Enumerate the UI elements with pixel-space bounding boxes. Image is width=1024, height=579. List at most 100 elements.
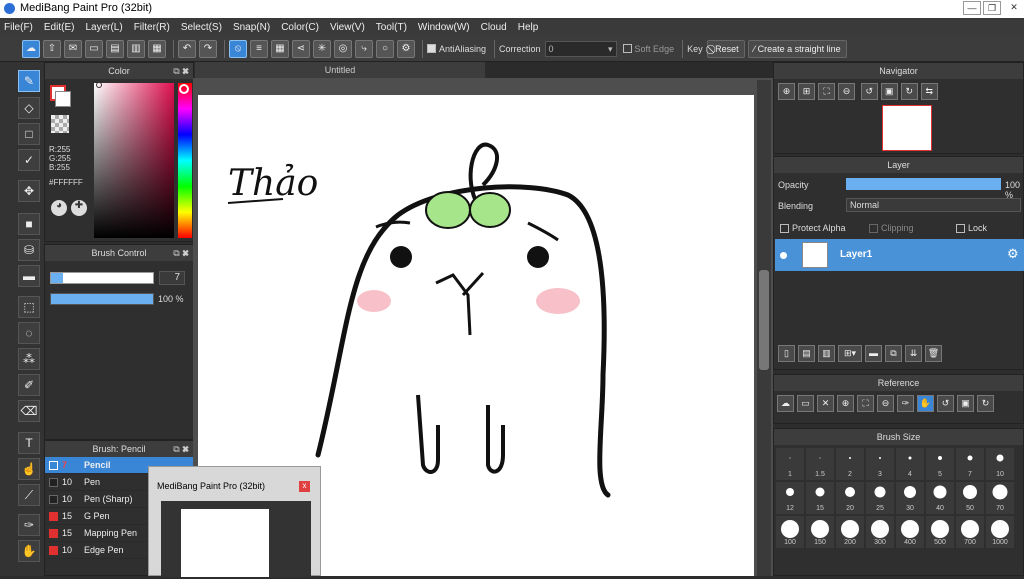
menu-window[interactable]: Window(W): [418, 22, 470, 33]
new-8bit-layer-icon[interactable]: ▤: [798, 345, 815, 362]
concentric-snap-icon[interactable]: ◎: [334, 39, 352, 58]
layer-settings-gear-icon[interactable]: ⚙: [1007, 246, 1019, 262]
navigator-preview[interactable]: [882, 105, 932, 151]
fit-window-icon[interactable]: ⛶: [818, 83, 835, 100]
fill-rect-tool-icon[interactable]: ■: [18, 213, 40, 235]
antialiasing-checkbox[interactable]: [427, 44, 436, 53]
panel-close-icon[interactable]: ⧉ ✖: [173, 441, 189, 457]
select-eraser-tool-icon[interactable]: ⌫: [18, 400, 40, 422]
new-layer-icon[interactable]: ▯: [778, 345, 795, 362]
reference-hand-icon[interactable]: ✋: [917, 395, 934, 412]
add-color-icon[interactable]: ✚: [71, 200, 87, 216]
menu-view[interactable]: View(V): [330, 22, 365, 33]
folder-icon[interactable]: ▬: [865, 345, 882, 362]
straight-line-button[interactable]: ⁄ Create a straight line: [747, 39, 847, 58]
brush-size-option[interactable]: 100: [776, 516, 804, 548]
zoom-fit-icon[interactable]: ⊞: [798, 83, 815, 100]
minimize-button[interactable]: —: [963, 1, 981, 15]
protect-alpha-option[interactable]: Protect Alpha: [780, 223, 846, 233]
rotate-icon[interactable]: ↺: [860, 83, 878, 100]
cloud-icon[interactable]: ☁: [22, 39, 40, 58]
layer-opacity-slider[interactable]: [846, 178, 1001, 190]
undo-icon[interactable]: ↶: [178, 39, 196, 58]
brush-size-option[interactable]: 4: [896, 448, 924, 480]
delete-layer-icon[interactable]: 🗑: [925, 345, 942, 362]
select-tool-icon[interactable]: ⬚: [18, 296, 40, 318]
brush-size-option[interactable]: 10: [986, 448, 1014, 480]
brush-size-option[interactable]: 500: [926, 516, 954, 548]
select-pen-tool-icon[interactable]: ✐: [18, 374, 40, 396]
reference-open-icon[interactable]: ▭: [797, 395, 814, 412]
brush-tool-icon[interactable]: ✎: [18, 70, 40, 92]
lock-checkbox[interactable]: [956, 223, 965, 233]
brush-size-option[interactable]: 1000: [986, 516, 1014, 548]
scrollbar-thumb[interactable]: [759, 270, 769, 370]
palette-icon[interactable]: ◕: [51, 200, 67, 216]
brush-size-option[interactable]: 400: [896, 516, 924, 548]
menu-color[interactable]: Color(C): [281, 22, 319, 33]
background-color-swatch[interactable]: [55, 91, 71, 107]
brush-size-option[interactable]: 700: [956, 516, 984, 548]
parallel-snap-icon[interactable]: ≡: [250, 39, 268, 58]
reference-eyedropper-icon[interactable]: ✑: [897, 395, 914, 412]
reference-close-icon[interactable]: ✕: [817, 395, 834, 412]
reference-zoom-out-icon[interactable]: ⊖: [877, 395, 894, 412]
brush-size-option[interactable]: 200: [836, 516, 864, 548]
zoom-out-icon[interactable]: ⊖: [838, 83, 855, 100]
circle-snap-icon[interactable]: ○: [376, 39, 394, 58]
dot-pen-tool-icon[interactable]: ✓: [18, 149, 40, 171]
hue-slider-handle[interactable]: [179, 84, 189, 94]
menu-select[interactable]: Select(S): [181, 22, 222, 33]
taskbar-preview[interactable]: MediBang Paint Pro (32bit) x: [148, 466, 321, 577]
protect-alpha-checkbox[interactable]: [780, 223, 789, 233]
brush-size-value[interactable]: 7: [159, 271, 185, 285]
layer-row[interactable]: Layer1 ⚙: [775, 239, 1024, 271]
grid-icon[interactable]: ▦: [148, 39, 166, 58]
move-tool-icon[interactable]: ✥: [18, 180, 40, 202]
brush-size-option[interactable]: 20: [836, 482, 864, 514]
gradient-tool-icon[interactable]: ▬: [18, 265, 40, 287]
hue-slider[interactable]: [178, 83, 192, 238]
curve-snap-icon[interactable]: ⤷: [355, 39, 373, 58]
lasso-tool-icon[interactable]: ◌: [18, 322, 40, 344]
cross-snap-icon[interactable]: ▦: [271, 39, 289, 58]
brush-size-option[interactable]: 1.5: [806, 448, 834, 480]
blending-select[interactable]: Normal: [846, 198, 1021, 212]
rotate-right-icon[interactable]: ↻: [900, 83, 918, 100]
soft-edge-checkbox[interactable]: [622, 44, 632, 53]
comment-icon[interactable]: ✉: [64, 39, 82, 58]
brush-size-option[interactable]: 15: [806, 482, 834, 514]
panel-close-icon[interactable]: ⧉ ✖: [173, 63, 189, 79]
menu-help[interactable]: Help: [518, 22, 539, 33]
duplicate-layer-icon[interactable]: ⧉: [885, 345, 902, 362]
brush-size-option[interactable]: 25: [866, 482, 894, 514]
menu-tool[interactable]: Tool(T): [376, 22, 407, 33]
menu-edit[interactable]: Edit(E): [44, 22, 75, 33]
actual-size-icon[interactable]: ▣: [880, 83, 898, 100]
tab-untitled[interactable]: Untitled: [195, 62, 485, 78]
snap-settings-icon[interactable]: ⚙: [397, 39, 415, 58]
bucket-tool-icon[interactable]: ⛁: [18, 239, 40, 261]
operation-tool-icon[interactable]: ☝: [18, 458, 40, 480]
radial-snap-icon[interactable]: ✳: [313, 39, 331, 58]
brush-size-option[interactable]: 30: [896, 482, 924, 514]
text-tool-icon[interactable]: T: [18, 432, 40, 454]
eyedropper-tool-icon[interactable]: ✑: [18, 514, 40, 536]
brush-size-option[interactable]: 150: [806, 516, 834, 548]
snap-off-icon[interactable]: ⦸: [229, 39, 247, 58]
maximize-button[interactable]: ❐: [983, 1, 1001, 15]
reference-zoom-in-icon[interactable]: ⊕: [837, 395, 854, 412]
brush-size-option[interactable]: 300: [866, 516, 894, 548]
layout-icon[interactable]: ▥: [127, 39, 145, 58]
brush-size-option[interactable]: 2: [836, 448, 864, 480]
merge-layer-icon[interactable]: ⇊: [905, 345, 922, 362]
magic-wand-tool-icon[interactable]: ⁂: [18, 348, 40, 370]
menu-layer[interactable]: Layer(L): [85, 22, 122, 33]
rectangle-tool-icon[interactable]: □: [18, 123, 40, 145]
vanishing-snap-icon[interactable]: ⋖: [292, 39, 310, 58]
vertical-scrollbar[interactable]: [757, 80, 771, 576]
redo-icon[interactable]: ↷: [199, 39, 217, 58]
brush-size-option[interactable]: 3: [866, 448, 894, 480]
brush-size-option[interactable]: 70: [986, 482, 1014, 514]
taskbar-preview-close-icon[interactable]: x: [299, 481, 310, 492]
